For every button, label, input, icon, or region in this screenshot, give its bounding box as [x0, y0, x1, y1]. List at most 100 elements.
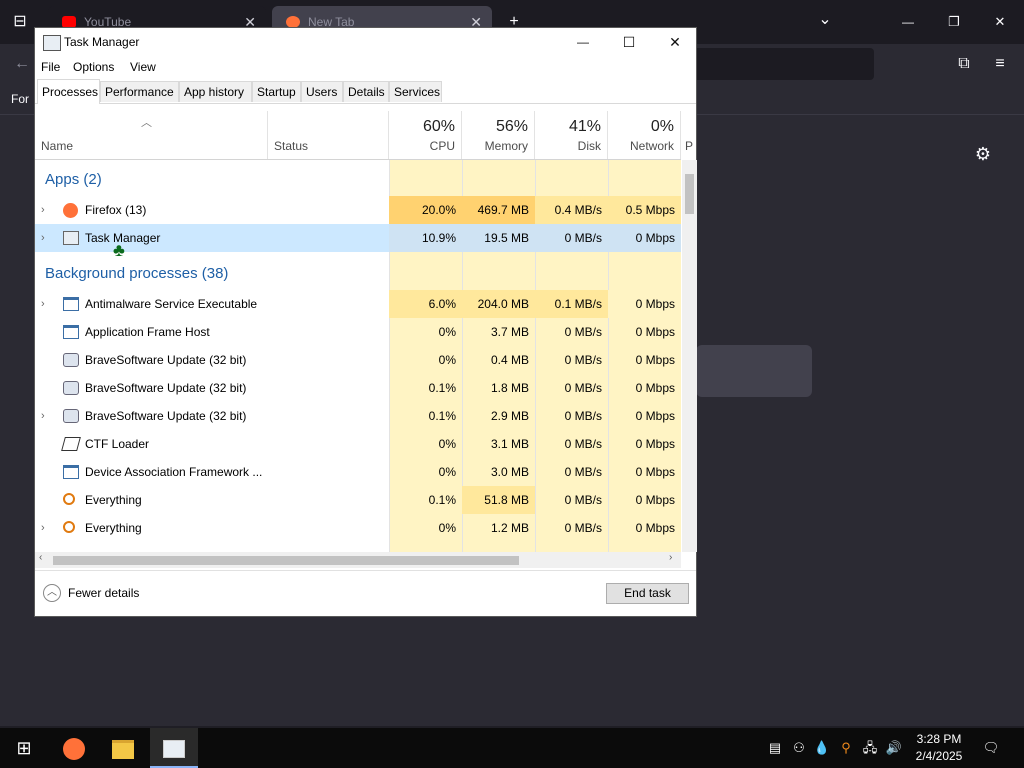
process-memory: 19.5 MB: [462, 224, 535, 252]
network-icon[interactable]: 🖧: [859, 728, 881, 768]
column-power-label: P: [685, 139, 694, 153]
process-memory: 2.9 MB: [490, 409, 529, 423]
tab-performance[interactable]: Performance: [100, 81, 179, 102]
drop-icon[interactable]: 💧: [813, 728, 831, 768]
settings-gear-icon[interactable]: ⚙: [971, 142, 995, 166]
menu-file[interactable]: File: [41, 60, 60, 74]
process-cpu: 0%: [438, 465, 456, 479]
minimize-button[interactable]: —: [560, 28, 606, 56]
pen-icon: [61, 437, 81, 451]
process-memory: 3.7 MB: [490, 325, 529, 339]
process-cpu: 0%: [438, 521, 456, 535]
fewer-details-icon[interactable]: ︿: [43, 584, 61, 602]
list-all-tabs-icon[interactable]: ⌄: [813, 8, 837, 32]
menu-view[interactable]: View: [130, 60, 156, 74]
process-disk: 0 MB/s: [564, 325, 602, 339]
footer: ︿ Fewer details End task: [35, 570, 696, 618]
column-network[interactable]: 0% Network: [608, 111, 681, 159]
network-people-icon[interactable]: ⚇: [788, 728, 810, 768]
process-name: BraveSoftware Update (32 bit): [85, 381, 247, 395]
notifications-icon[interactable]: 🗨: [978, 728, 1004, 768]
expand-chevron-icon[interactable]: ›: [41, 290, 45, 318]
service-icon: [63, 297, 79, 311]
horizontal-scroll-thumb[interactable]: [53, 556, 519, 565]
process-row[interactable]: › Everything 0% 1.2 MB 0 MB/s 0 Mbps: [35, 514, 681, 542]
process-row-selected[interactable]: › Task Manager 10.9% 19.5 MB 0 MB/s 0 Mb…: [35, 224, 681, 252]
task-manager-icon: [63, 231, 79, 245]
scroll-left-icon[interactable]: ‹: [39, 552, 42, 563]
back-arrow-icon[interactable]: ←: [10, 52, 34, 76]
app-menu-icon[interactable]: ≡: [988, 52, 1012, 76]
process-row[interactable]: Application Frame Host 0% 3.7 MB 0 MB/s …: [35, 318, 681, 346]
expand-chevron-icon[interactable]: ›: [41, 196, 45, 224]
extensions-icon[interactable]: ⧉: [952, 52, 976, 76]
close-button[interactable]: ✕: [652, 28, 698, 56]
tab-overview-icon[interactable]: ⊟: [8, 10, 32, 34]
column-memory-label: Memory: [484, 139, 528, 153]
process-row[interactable]: › BraveSoftware Update (32 bit) 0.1% 2.9…: [35, 402, 681, 430]
menu-bar: File Options View: [35, 58, 696, 78]
process-network: 0.5 Mbps: [608, 196, 681, 224]
vertical-scrollbar[interactable]: [682, 160, 697, 552]
process-network: 0 Mbps: [635, 437, 675, 451]
tab-details[interactable]: Details: [343, 81, 389, 102]
url-bar[interactable]: [690, 48, 874, 80]
browser-restore-button[interactable]: ❐: [942, 10, 966, 34]
process-cpu: 0.1%: [428, 409, 456, 423]
process-name: Antimalware Service Executable: [85, 297, 258, 311]
process-name: Everything: [85, 493, 142, 507]
tab-users[interactable]: Users: [301, 81, 343, 102]
file-explorer-taskbar-icon[interactable]: [99, 728, 147, 768]
column-power[interactable]: P: [681, 111, 697, 159]
fewer-details-link[interactable]: Fewer details: [68, 586, 139, 600]
shortcut-tile[interactable]: [696, 345, 812, 397]
column-status[interactable]: Status: [268, 111, 389, 159]
tab-bar: Processes Performance App history Startu…: [35, 79, 696, 104]
maximize-button[interactable]: ☐: [606, 28, 652, 56]
column-memory[interactable]: 56% Memory: [462, 111, 535, 159]
process-row[interactable]: BraveSoftware Update (32 bit) 0% 0.4 MB …: [35, 346, 681, 374]
expand-chevron-icon[interactable]: ›: [41, 514, 45, 542]
process-name: BraveSoftware Update (32 bit): [85, 409, 247, 423]
menu-options[interactable]: Options: [73, 60, 114, 74]
start-button[interactable]: ⊞: [0, 728, 48, 768]
process-row[interactable]: CTF Loader 0% 3.1 MB 0 MB/s 0 Mbps: [35, 430, 681, 458]
end-task-button[interactable]: End task: [606, 583, 689, 604]
process-row[interactable]: › Antimalware Service Executable 6.0% 20…: [35, 290, 681, 318]
tab-services[interactable]: Services: [389, 81, 442, 102]
tab-app-history[interactable]: App history: [179, 81, 252, 102]
horizontal-scrollbar[interactable]: ‹ ›: [35, 552, 681, 568]
column-network-label: Network: [629, 139, 674, 153]
scroll-right-icon[interactable]: ›: [669, 552, 672, 563]
firefox-taskbar-icon[interactable]: [50, 728, 98, 768]
task-manager-taskbar-icon[interactable]: [150, 728, 198, 768]
clock[interactable]: 3:28 PM 2/4/2025: [905, 731, 973, 765]
volume-icon[interactable]: 🔊: [883, 728, 905, 768]
process-network: 0 Mbps: [635, 353, 675, 367]
title-bar[interactable]: Task Manager — ☐ ✕: [35, 28, 696, 58]
tab-startup[interactable]: Startup: [252, 81, 301, 102]
tray-icon-1[interactable]: ▤: [766, 728, 784, 768]
tab-processes[interactable]: Processes: [37, 79, 100, 104]
column-cpu[interactable]: 60% CPU: [389, 111, 462, 159]
firefox-icon: [63, 203, 78, 218]
browser-close-button[interactable]: ✕: [988, 10, 1012, 34]
column-disk[interactable]: 41% Disk: [535, 111, 608, 159]
process-disk: 0.1 MB/s: [535, 290, 608, 318]
process-cpu: 10.9%: [389, 224, 462, 252]
vertical-scroll-thumb[interactable]: [685, 174, 694, 214]
updater-icon: [63, 409, 79, 423]
process-row[interactable]: Device Association Framework ... 0% 3.0 …: [35, 458, 681, 486]
expand-chevron-icon[interactable]: ›: [41, 402, 45, 430]
service-icon: [63, 325, 79, 339]
search-everything-icon[interactable]: ⚲: [836, 728, 856, 768]
process-row[interactable]: BraveSoftware Update (32 bit) 0.1% 1.8 M…: [35, 374, 681, 402]
process-row[interactable]: › Firefox (13) 20.0% 469.7 MB 0.4 MB/s 0…: [35, 196, 681, 224]
column-name[interactable]: ︿ Name: [35, 111, 268, 159]
process-row[interactable]: Everything 0.1% 51.8 MB 0 MB/s 0 Mbps: [35, 486, 681, 514]
mouse-cursor-icon: ♣: [113, 240, 125, 260]
process-cpu: 0%: [438, 437, 456, 451]
memory-total-percent: 56%: [495, 118, 528, 135]
browser-minimize-button[interactable]: —: [896, 10, 920, 34]
expand-chevron-icon[interactable]: ›: [41, 224, 45, 252]
